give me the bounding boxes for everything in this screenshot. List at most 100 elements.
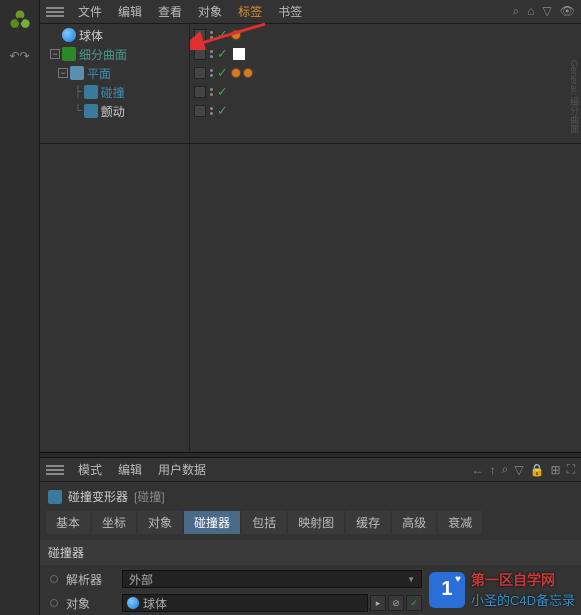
tab-collider[interactable]: 碰撞器 [184,511,240,534]
sphere-icon [127,597,139,609]
jiggle-icon [84,104,98,118]
search-icon[interactable]: ⌕ [502,462,509,477]
object-label: 球体 [79,27,103,44]
sphere-icon [62,28,76,42]
title-text: 碰撞变形器 [68,488,128,505]
visibility-dots[interactable] [210,31,213,39]
menu-edit[interactable]: 编辑 [110,458,150,482]
dynamics-tag-icon[interactable] [232,69,240,77]
prop-object-link: 对象 球体 ▸ ⊘ ✓ [40,591,581,615]
sds-icon [62,47,76,61]
tag-row[interactable]: ✓ [190,102,581,120]
left-toolbar: ↶↷ [0,0,40,615]
app-logo [4,4,36,36]
collapse-icon[interactable]: − [58,68,68,78]
lock-icon[interactable]: 🔒 [530,463,545,477]
layer-box[interactable] [194,29,206,41]
anim-dot-icon[interactable] [50,575,58,583]
tree-item-sds[interactable]: − 细分曲面 [40,45,189,63]
object-manager-menubar: 文件 编辑 查看 对象 标签 书签 ⌕ ⌂ ▽ 👁 [40,0,581,24]
collision-icon [84,85,98,99]
undo-redo-icon[interactable]: ↶↷ [6,46,34,66]
collapse-icon[interactable]: − [50,49,60,59]
link-value: 球体 [143,595,167,612]
menu-view[interactable]: 查看 [150,0,190,24]
chevron-down-icon: ▼ [407,575,415,584]
tab-object[interactable]: 对象 [138,511,182,534]
dynamics-tag-icon[interactable] [232,31,240,39]
tag-row[interactable]: ✓ [190,45,581,63]
attribute-menubar: 模式 编辑 用户数据 ← ↑ ⌕ ▽ 🔒 ⊞ ⛶ [40,458,581,482]
object-link-field[interactable]: 球体 [122,594,368,612]
attribute-tabs: 基本 坐标 对象 碰撞器 包括 映射图 缓存 高级 衰减 [40,511,581,538]
empty-tree-area [40,144,581,452]
tag-row[interactable]: ✓ [190,83,581,101]
object-tree: 球体 − 细分曲面 − 平面 ├ 碰撞 └ [40,24,581,144]
title-bracket: [碰撞] [134,488,165,505]
layer-box[interactable] [194,48,206,60]
eye-icon[interactable]: 👁 [560,4,575,19]
plane-icon [70,66,84,80]
home-icon[interactable]: ⌂ [527,4,534,19]
resolver-dropdown[interactable]: 外部 ▼ [122,570,422,588]
menu-edit[interactable]: 编辑 [110,0,150,24]
enable-check-icon[interactable]: ✓ [217,65,228,81]
visibility-dots[interactable] [210,107,213,115]
menu-objects[interactable]: 对象 [190,0,230,24]
tree-item-collision[interactable]: ├ 碰撞 [40,83,189,101]
menu-userdata[interactable]: 用户数据 [150,458,214,482]
tab-coord[interactable]: 坐标 [92,511,136,534]
layer-box[interactable] [194,86,206,98]
layer-box[interactable] [194,105,206,117]
enable-check-icon[interactable]: ✓ [217,46,228,62]
hamburger-icon[interactable] [46,465,64,475]
nav-back-icon[interactable]: ← [472,463,484,477]
filter-icon[interactable]: ▽ [543,4,552,19]
collision-deformer-icon [48,490,62,504]
layer-box[interactable] [194,67,206,79]
visibility-dots[interactable] [210,50,213,58]
prop-label: 解析器 [66,571,114,588]
pick-object-button[interactable]: ▸ [370,595,386,611]
nav-fwd-icon[interactable]: ↑ [490,463,496,477]
enable-check-icon[interactable]: ✓ [217,103,228,119]
tab-falloff[interactable]: 衰减 [438,511,482,534]
tab-basic[interactable]: 基本 [46,511,90,534]
dynamics-tag-icon[interactable] [244,69,252,77]
section-header: 碰撞器 [40,540,581,565]
object-label: 细分曲面 [79,46,127,63]
clear-object-button[interactable]: ⊘ [388,595,404,611]
visibility-dots[interactable] [210,88,213,96]
menu-file[interactable]: 文件 [70,0,110,24]
hamburger-icon[interactable] [46,7,64,17]
object-label: 平面 [87,65,111,82]
visibility-dots[interactable] [210,69,213,77]
menu-mode[interactable]: 模式 [70,458,110,482]
tree-item-sphere[interactable]: 球体 [40,26,189,44]
menu-bookmarks[interactable]: 书签 [270,0,310,24]
tab-cache[interactable]: 缓存 [346,511,390,534]
tag-row[interactable]: ✓ [190,64,581,82]
object-label: 颤动 [101,103,125,120]
prop-label: 对象 [66,595,114,612]
texture-tag-icon[interactable] [232,47,246,61]
tree-item-jiggle[interactable]: └ 颤动 [40,102,189,120]
enable-check-icon[interactable]: ✓ [217,84,228,100]
tree-item-plane[interactable]: − 平面 [40,64,189,82]
enable-check-icon[interactable]: ✓ [217,27,228,43]
maximize-icon[interactable]: ⛶ [567,462,575,477]
new-window-icon[interactable]: ⊞ [551,463,561,477]
side-caption: General: 细分曲面 [568,60,581,133]
object-label: 碰撞 [101,84,125,101]
menu-tags[interactable]: 标签 [230,0,270,24]
tab-include[interactable]: 包括 [242,511,286,534]
tab-advanced[interactable]: 高级 [392,511,436,534]
filter-icon[interactable]: ▽ [514,463,523,477]
dropdown-value: 外部 [129,571,153,588]
object-title: 碰撞变形器 [碰撞] [40,482,581,511]
confirm-button[interactable]: ✓ [406,595,422,611]
search-icon[interactable]: ⌕ [513,4,520,19]
anim-dot-icon[interactable] [50,599,58,607]
tab-maps[interactable]: 映射图 [288,511,344,534]
tag-row[interactable]: ✓ [190,26,581,44]
